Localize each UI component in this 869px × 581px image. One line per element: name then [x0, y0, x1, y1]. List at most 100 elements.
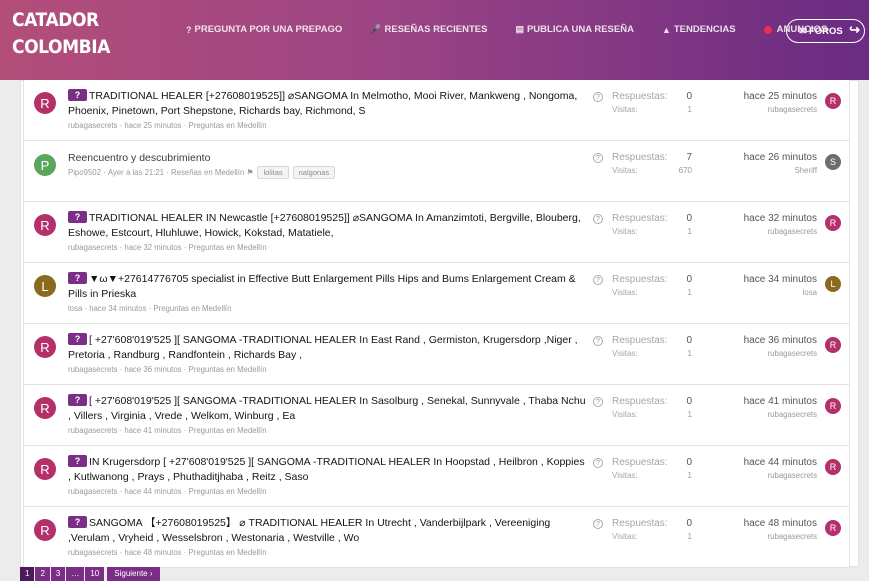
last-post-user[interactable]: rubagasecrets	[768, 227, 817, 236]
thread-tag[interactable]: lolitas	[257, 166, 289, 179]
thread-forum[interactable]: Preguntas en Medellín	[153, 304, 231, 313]
avatar[interactable]: L	[34, 275, 56, 297]
thread-row[interactable]: R?[ +27'608'019'525 ][ SANGOMA -TRADITIO…	[23, 324, 850, 385]
site-logo[interactable]: CATADOR COLOMBIA	[12, 7, 110, 61]
views-label: Visitas:	[612, 166, 638, 175]
site-header: CATADOR COLOMBIA ? PREGUNTA POR UNA PREP…	[0, 0, 869, 80]
thread-forum[interactable]: Preguntas en Medellín	[189, 121, 267, 130]
avatar[interactable]: R	[34, 214, 56, 236]
last-post-user[interactable]: losa	[803, 288, 817, 297]
last-post-avatar[interactable]: R	[825, 520, 841, 536]
last-post-user[interactable]: rubagasecrets	[768, 105, 817, 114]
thread-author[interactable]: rubagasecrets	[68, 487, 117, 496]
thread-forum[interactable]: Preguntas en Medellín	[189, 365, 267, 374]
thread-author[interactable]: rubagasecrets	[68, 121, 117, 130]
views-label: Visitas:	[612, 532, 638, 541]
thread-title-wrap: ? TRADITIONAL HEALER [+27608019525]] ⌀SAN…	[68, 89, 588, 119]
page-link[interactable]: 10	[85, 567, 105, 581]
thread-row[interactable]: R? TRADITIONAL HEALER IN Newcastle [+2760…	[23, 202, 850, 263]
thread-time[interactable]: hace 36 minutos	[124, 365, 181, 374]
last-post-avatar[interactable]: R	[825, 459, 841, 475]
avatar[interactable]: R	[34, 519, 56, 541]
thread-author[interactable]: rubagasecrets	[68, 365, 117, 374]
thread-author[interactable]: Pipo9502	[68, 168, 101, 177]
last-post-user[interactable]: rubagasecrets	[768, 532, 817, 541]
thread-time[interactable]: Ayer a las 21:21	[108, 168, 164, 177]
thread-forum[interactable]: Preguntas en Medellín	[189, 487, 267, 496]
thread-row[interactable]: P Reencuentro y descubrimiento Pipo9502 · …	[23, 141, 850, 202]
meta-separator: ·	[146, 304, 154, 313]
last-post-time[interactable]: hace 34 minutos	[744, 274, 817, 285]
thread-time[interactable]: hace 25 minutos	[124, 121, 181, 130]
thread-title[interactable]: TRADITIONAL HEALER [+27608019525]] ⌀SANG…	[68, 90, 577, 117]
page-link[interactable]: 2	[35, 567, 50, 581]
thread-tag[interactable]: nalgonas	[292, 166, 336, 179]
thread-author[interactable]: rubagasecrets	[68, 243, 117, 252]
page-ellipsis: …	[66, 567, 85, 581]
nav-resenas-recientes[interactable]: 🎤 RESEÑAS RECIENTES	[370, 24, 487, 35]
meta-separator: ·	[117, 121, 125, 130]
thread-forum[interactable]: Preguntas en Medellín	[189, 426, 267, 435]
thread-forum[interactable]: Reseñas en Medellín	[171, 168, 244, 177]
thread-forum[interactable]: Preguntas en Medellín	[189, 243, 267, 252]
last-post-time[interactable]: hace 36 minutos	[744, 335, 817, 346]
avatar[interactable]: P	[34, 154, 56, 176]
views-count: 1	[687, 349, 692, 358]
thread-title[interactable]: IN Krugersdorp [ +27'608'019'525 ][ SANG…	[68, 456, 585, 483]
thread-time[interactable]: hace 32 minutos	[124, 243, 181, 252]
thread-row[interactable]: L? ▼ω▼+27614776705 specialist in Effectiv…	[23, 263, 850, 324]
nav-tendencias[interactable]: ▲ TENDENCIAS	[662, 24, 736, 35]
page-link[interactable]: 3	[50, 567, 66, 581]
thread-time[interactable]: hace 44 minutos	[124, 487, 181, 496]
thread-author[interactable]: rubagasecrets	[68, 426, 117, 435]
last-post-avatar[interactable]: R	[825, 398, 841, 414]
next-page-button[interactable]: Siguiente ›	[107, 567, 160, 581]
nav-pregunta[interactable]: ? PREGUNTA POR UNA PREPAGO	[186, 24, 342, 35]
last-post-user[interactable]: rubagasecrets	[768, 410, 817, 419]
views-label: Visitas:	[612, 105, 638, 114]
thread-title[interactable]: TRADITIONAL HEALER IN Newcastle [+276080…	[68, 212, 581, 239]
replies-count: 7	[686, 152, 692, 163]
last-post-time[interactable]: hace 26 minutos	[744, 152, 817, 163]
last-post-time[interactable]: hace 25 minutos	[744, 91, 817, 102]
last-post-avatar[interactable]: L	[825, 276, 841, 292]
thread-row[interactable]: R ? TRADITIONAL HEALER [+27608019525]] ⌀SA…	[23, 80, 850, 141]
last-post-time[interactable]: hace 44 minutos	[744, 457, 817, 468]
last-post-time[interactable]: hace 48 minutos	[744, 518, 817, 529]
last-post-avatar[interactable]: R	[825, 337, 841, 353]
thread-author[interactable]: rubagasecrets	[68, 548, 117, 557]
last-post-time[interactable]: hace 32 minutos	[744, 213, 817, 224]
thread-title[interactable]: Reencuentro y descubrimiento	[68, 152, 210, 164]
thread-row[interactable]: R?[ +27'608'019'525 ][ SANGOMA -TRADITIO…	[23, 385, 850, 446]
thread-title[interactable]: SANGOMA 【+27608019525】 ⌀ TRADITIONAL HEA…	[68, 517, 550, 544]
avatar[interactable]: R	[34, 458, 56, 480]
thread-title-wrap: ? TRADITIONAL HEALER IN Newcastle [+27608…	[68, 211, 588, 241]
thread-time[interactable]: hace 34 minutos	[89, 304, 146, 313]
thread-row[interactable]: R? IN Krugersdorp [ +27'608'019'525 ][ SA…	[23, 446, 850, 507]
thread-row[interactable]: R? SANGOMA 【+27608019525】 ⌀ TRADITIONAL H…	[23, 507, 850, 568]
thread-title[interactable]: [ +27'608'019'525 ][ SANGOMA -TRADITIONA…	[68, 395, 586, 422]
thread-author[interactable]: losa	[68, 304, 82, 313]
last-post-user[interactable]: Sheriff	[795, 166, 817, 175]
last-post-avatar[interactable]: R	[825, 93, 841, 109]
question-icon: ?	[593, 214, 603, 224]
nav-publica-resena[interactable]: ▤ PUBLICA UNA RESEÑA	[515, 24, 633, 35]
replies-count: 0	[686, 396, 692, 407]
main-nav: ? PREGUNTA POR UNA PREPAGO 🎤 RESEÑAS REC…	[186, 24, 855, 35]
thread-forum[interactable]: Preguntas en Medellín	[189, 548, 267, 557]
thread-time[interactable]: hace 48 minutos	[124, 548, 181, 557]
thread-title[interactable]: [ +27'608'019'525 ][ SANGOMA -TRADITIONA…	[68, 334, 578, 361]
thread-title[interactable]: ▼ω▼+27614776705 specialist in Effective …	[68, 273, 576, 300]
last-post-user[interactable]: rubagasecrets	[768, 349, 817, 358]
avatar[interactable]: R	[34, 92, 56, 114]
meta-separator: ·	[181, 548, 189, 557]
avatar[interactable]: R	[34, 336, 56, 358]
foros-button[interactable]: ✉ FOROS ↪	[786, 19, 865, 43]
last-post-user[interactable]: rubagasecrets	[768, 471, 817, 480]
page-link[interactable]: 1	[20, 567, 35, 581]
last-post-avatar[interactable]: S	[825, 154, 841, 170]
last-post-avatar[interactable]: R	[825, 215, 841, 231]
avatar[interactable]: R	[34, 397, 56, 419]
last-post-time[interactable]: hace 41 minutos	[744, 396, 817, 407]
thread-time[interactable]: hace 41 minutos	[124, 426, 181, 435]
